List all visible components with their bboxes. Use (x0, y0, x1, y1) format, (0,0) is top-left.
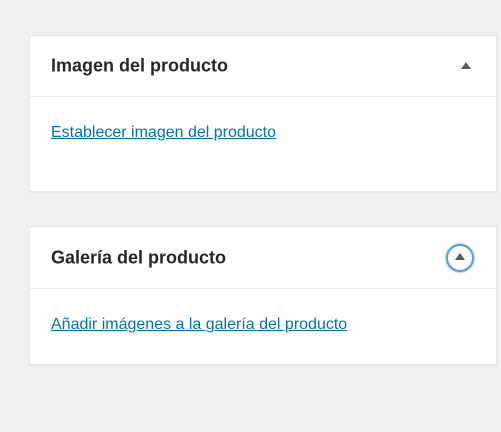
product-image-panel-header[interactable]: Imagen del producto (30, 36, 496, 97)
product-image-panel-toggle[interactable] (452, 52, 480, 80)
product-gallery-panel-toggle[interactable] (446, 243, 474, 272)
triangle-up-icon (461, 61, 471, 69)
product-image-panel: Imagen del producto Establecer imagen de… (29, 35, 497, 192)
add-gallery-images-link[interactable]: Añadir imágenes a la galería del product… (51, 316, 347, 334)
product-image-panel-title: Imagen del producto (51, 55, 229, 76)
triangle-up-icon (455, 253, 465, 260)
product-gallery-panel-title: Galería del producto (51, 247, 227, 267)
product-gallery-panel: Galería del producto Añadir imágenes a l… (29, 226, 497, 365)
product-gallery-panel-header[interactable]: Galería del producto (30, 227, 496, 289)
set-product-image-link[interactable]: Establecer imagen del producto (51, 124, 276, 142)
